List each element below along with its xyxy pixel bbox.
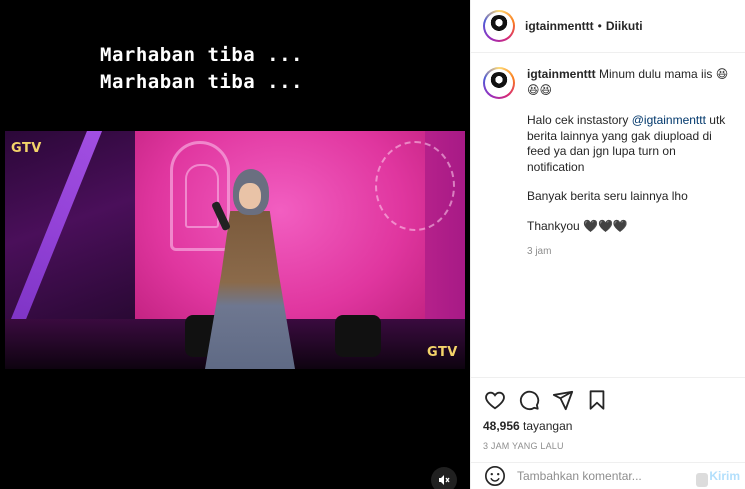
caption-username[interactable]: igtainmenttt (527, 67, 596, 81)
caption-paragraph-3: Thankyou 🖤🖤🖤 (527, 218, 628, 233)
comment-icon (519, 390, 540, 411)
caption-paragraph-1: Halo cek instastory @igtainmenttt utk be… (527, 113, 726, 174)
post-comment-button[interactable]: Kirim (709, 469, 740, 483)
scrollbar-thumb[interactable] (696, 473, 708, 487)
post-sidebar: igtainmenttt • Diikuti igtainmenttt Minu… (470, 0, 745, 489)
emoji-button[interactable] (483, 464, 507, 488)
caption-timestamp: 3 jam (527, 246, 552, 257)
header-username[interactable]: igtainmenttt (525, 19, 594, 33)
overlay-line-1: Marhaban tiba ... (100, 44, 303, 66)
emoji-icon (485, 466, 505, 486)
like-button[interactable] (483, 388, 507, 412)
post-video[interactable]: Marhaban tiba ... Marhaban tiba ... GTV … (0, 0, 470, 489)
caption-paragraph-2: Banyak berita seru lainnya lho (527, 189, 688, 203)
heart-icon (485, 391, 505, 410)
avatar-image (488, 15, 510, 37)
posted-time: 3 JAM YANG LALU (483, 441, 564, 451)
share-icon (552, 390, 574, 411)
channel-logo-watermark: GTV (427, 345, 458, 360)
follow-status-button[interactable]: Diikuti (606, 19, 643, 33)
channel-logo: GTV (11, 141, 42, 156)
caption-row: igtainmenttt Minum dulu mama iis 😆😆😆 (483, 67, 731, 99)
floral-ornament (375, 141, 455, 231)
mute-button[interactable] (431, 467, 457, 489)
action-bar: 48,956 tayangan 3 JAM YANG LALU (471, 377, 745, 451)
avatar[interactable] (483, 67, 515, 99)
comment-input[interactable] (517, 469, 677, 483)
action-icons (483, 388, 734, 412)
caption-first-line: igtainmenttt Minum dulu mama iis 😆😆😆 (527, 67, 731, 99)
overlay-line-2: Marhaban tiba ... (100, 71, 303, 93)
save-button[interactable] (585, 388, 609, 412)
bookmark-icon (589, 390, 605, 410)
mention-link[interactable]: @igtainmenttt (632, 113, 706, 127)
avatar-image (488, 72, 510, 94)
caption-area: igtainmenttt Minum dulu mama iis 😆😆😆 Hal… (471, 53, 745, 377)
view-count[interactable]: 48,956 tayangan (483, 419, 734, 433)
comment-button[interactable] (517, 388, 541, 412)
singer-face (239, 183, 261, 209)
avatar[interactable] (483, 10, 515, 42)
header-separator: • (597, 19, 602, 33)
stage-spotlight (335, 315, 381, 357)
video-frame: GTV GTV (5, 131, 465, 369)
share-button[interactable] (551, 388, 575, 412)
speaker-muted-icon (439, 475, 450, 485)
post-header: igtainmenttt • Diikuti (471, 0, 745, 53)
video-text-overlay: Marhaban tiba ... Marhaban tiba ... (100, 42, 303, 96)
lantern-decoration (170, 141, 230, 251)
